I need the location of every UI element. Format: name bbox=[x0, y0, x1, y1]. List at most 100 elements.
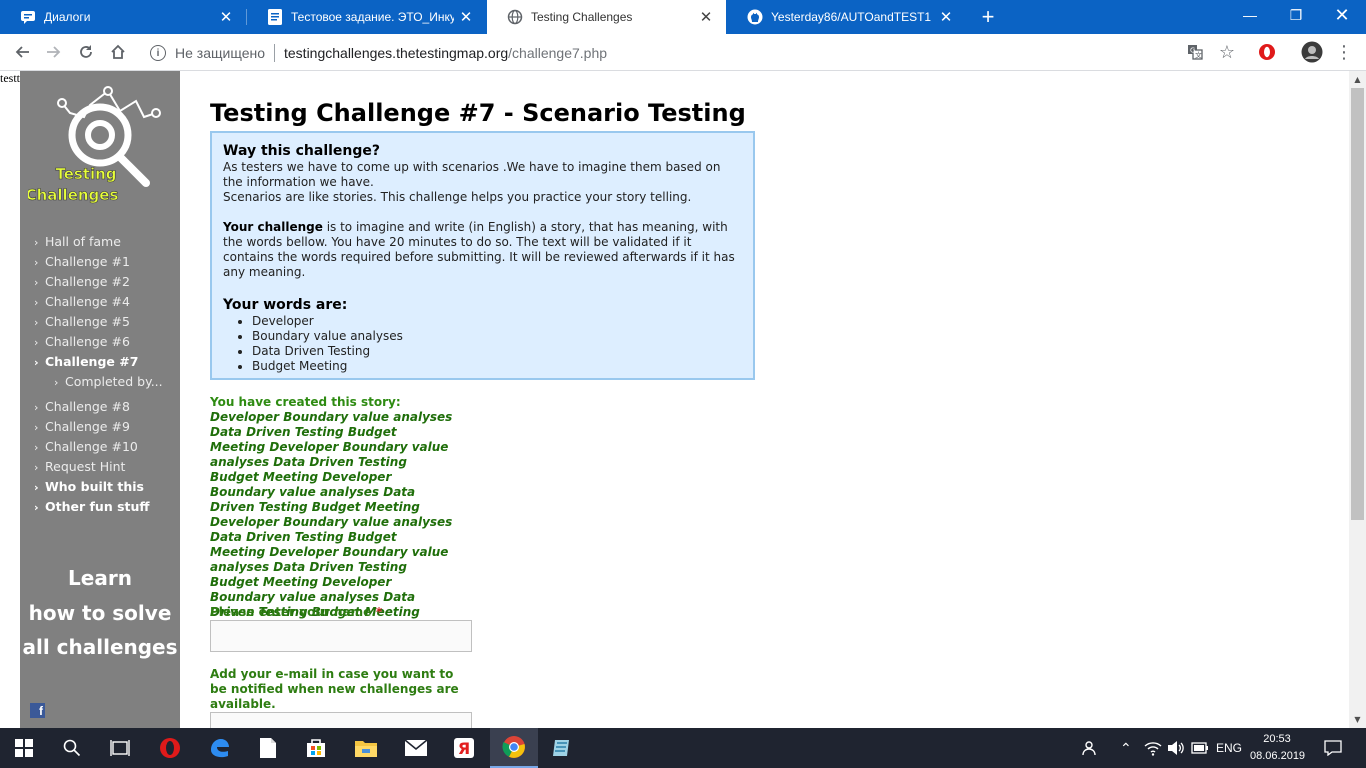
menu-kebab-icon[interactable]: ⋮ bbox=[1332, 40, 1356, 64]
app-taskbar-icon[interactable] bbox=[538, 728, 586, 768]
required-mark: * bbox=[375, 605, 383, 619]
task-view-icon[interactable] bbox=[96, 728, 144, 768]
wifi-icon[interactable] bbox=[1144, 728, 1162, 768]
chevron-right-icon: › bbox=[34, 236, 39, 249]
nav-challenge-8[interactable]: › Challenge #8 bbox=[34, 399, 130, 414]
list-item: Developer bbox=[252, 314, 742, 329]
store-taskbar-icon[interactable] bbox=[292, 728, 340, 768]
nav-who-built-this[interactable]: › Who built this bbox=[34, 479, 144, 494]
name-label: Please enter your name.* bbox=[210, 605, 383, 619]
scroll-up-arrow-icon[interactable]: ▲ bbox=[1349, 71, 1366, 88]
chevron-right-icon: › bbox=[34, 276, 39, 289]
chevron-right-icon: › bbox=[34, 356, 39, 369]
system-clock[interactable]: 20:53 08.06.2019 bbox=[1250, 731, 1305, 765]
challenge-bold-label: Your challenge bbox=[223, 220, 323, 234]
chevron-right-icon: › bbox=[34, 401, 39, 414]
reload-icon bbox=[80, 45, 92, 58]
nav-challenge-9[interactable]: › Challenge #9 bbox=[34, 419, 130, 434]
tab-title: Testing Challenges bbox=[531, 10, 633, 24]
notepad-taskbar-icon[interactable] bbox=[244, 728, 292, 768]
file-explorer-taskbar-icon[interactable] bbox=[342, 728, 390, 768]
edge-taskbar-icon[interactable] bbox=[196, 728, 244, 768]
chevron-right-icon: › bbox=[34, 501, 39, 514]
tab-test-task[interactable]: Тестовое задание. ЭТО_Инкубатор ✕ bbox=[247, 0, 486, 34]
notifications-icon[interactable] bbox=[1324, 728, 1342, 768]
new-tab-button[interactable]: + bbox=[976, 4, 1000, 29]
back-arrow-icon bbox=[15, 46, 29, 58]
search-icon[interactable] bbox=[48, 728, 96, 768]
nav-hall-of-fame[interactable]: › Hall of fame bbox=[34, 234, 121, 249]
tab-close-icon[interactable]: ✕ bbox=[454, 5, 478, 29]
address-bar[interactable]: i Не защищено testingchallenges.thetesti… bbox=[140, 39, 1248, 67]
opera-extension-icon[interactable] bbox=[1255, 40, 1279, 64]
restore-button[interactable]: ❐ bbox=[1273, 0, 1319, 30]
name-input[interactable] bbox=[210, 620, 472, 652]
scroll-down-arrow-icon[interactable]: ▼ bbox=[1349, 711, 1366, 728]
tab-testing-challenges[interactable]: Testing Challenges ✕ bbox=[487, 0, 726, 34]
forward-button[interactable] bbox=[40, 38, 68, 66]
docs-icon bbox=[267, 9, 283, 25]
close-window-button[interactable]: ✕ bbox=[1319, 0, 1365, 30]
nav-other-fun-stuff[interactable]: › Other fun stuff bbox=[34, 499, 150, 514]
battery-icon[interactable] bbox=[1191, 728, 1209, 768]
tab-close-icon[interactable]: ✕ bbox=[694, 5, 718, 29]
volume-icon[interactable] bbox=[1167, 728, 1185, 768]
tab-close-icon[interactable]: ✕ bbox=[934, 5, 958, 29]
page-title: Testing Challenge #7 - Scenario Testing bbox=[210, 99, 746, 127]
learn-line2: how to solve bbox=[28, 600, 172, 625]
clock-time: 20:53 bbox=[1263, 733, 1291, 745]
vertical-scrollbar[interactable]: ▲ ▼ bbox=[1349, 71, 1366, 728]
chevron-right-icon: › bbox=[34, 296, 39, 309]
nav-challenge-7[interactable]: › Challenge #7 bbox=[34, 354, 138, 369]
nav-challenge-10[interactable]: › Challenge #10 bbox=[34, 439, 138, 454]
browser-toolbar: i Не защищено testingchallenges.thetesti… bbox=[0, 34, 1366, 71]
nav-challenge-2[interactable]: › Challenge #2 bbox=[34, 274, 130, 289]
github-icon bbox=[747, 9, 763, 25]
url-host: testingchallenges.thetestingmap.org bbox=[284, 45, 509, 61]
nav-challenge-4[interactable]: › Challenge #4 bbox=[34, 294, 130, 309]
facebook-icon[interactable]: f bbox=[30, 703, 45, 718]
learn-line3: all challenges bbox=[22, 635, 178, 659]
reload-button[interactable] bbox=[72, 38, 100, 66]
nav-challenge-5[interactable]: › Challenge #5 bbox=[34, 314, 130, 329]
home-button[interactable] bbox=[104, 38, 132, 66]
scrollbar-thumb[interactable] bbox=[1351, 88, 1364, 520]
logo-line2: Challenges bbox=[28, 186, 118, 204]
forward-arrow-icon bbox=[47, 46, 61, 58]
tab-title: Тестовое задание. ЭТО_Инкубатор bbox=[291, 10, 454, 24]
tab-dialogs[interactable]: Диалоги ✕ bbox=[0, 0, 246, 34]
translate-icon[interactable]: G文 bbox=[1183, 40, 1207, 64]
minimize-button[interactable]: — bbox=[1227, 0, 1273, 30]
challenge-info-box: Way this challenge? As testers we have t… bbox=[210, 131, 755, 380]
opera-taskbar-icon[interactable] bbox=[146, 728, 194, 768]
story-prefix: You have created this story: bbox=[210, 395, 401, 409]
chrome-taskbar-icon[interactable] bbox=[490, 728, 538, 768]
story-text: Developer Boundary value analyses Data D… bbox=[210, 410, 453, 619]
testing-challenges-logo[interactable]: Testing Challenges bbox=[28, 85, 172, 215]
nav-challenge-6[interactable]: › Challenge #6 bbox=[34, 334, 130, 349]
back-button[interactable] bbox=[8, 38, 36, 66]
email-input[interactable] bbox=[210, 712, 472, 728]
mail-taskbar-icon[interactable] bbox=[392, 728, 440, 768]
created-story: You have created this story: Developer B… bbox=[210, 395, 455, 620]
profile-avatar[interactable] bbox=[1300, 40, 1324, 64]
tab-close-icon[interactable]: ✕ bbox=[214, 5, 238, 29]
list-item: Boundary value analyses bbox=[252, 329, 742, 344]
home-icon bbox=[111, 44, 125, 59]
show-hidden-icons-chevron-icon[interactable]: ⌃ bbox=[1120, 728, 1132, 768]
people-icon[interactable] bbox=[1082, 728, 1100, 768]
words-heading: Your words are: bbox=[223, 297, 348, 313]
tab-github[interactable]: Yesterday86/AUTOandTEST1 ✕ bbox=[727, 0, 966, 34]
bookmark-star-icon[interactable]: ☆ bbox=[1215, 40, 1239, 64]
yandex-browser-taskbar-icon[interactable]: Я bbox=[440, 728, 488, 768]
nav-challenge-1[interactable]: › Challenge #1 bbox=[34, 254, 130, 269]
globe-icon bbox=[507, 9, 523, 25]
nav-completed-by[interactable]: › Completed by... bbox=[54, 374, 163, 389]
info-icon[interactable]: i bbox=[150, 45, 166, 61]
nav-request-hint[interactable]: › Request Hint bbox=[34, 459, 125, 474]
chevron-right-icon: › bbox=[34, 481, 39, 494]
language-indicator[interactable]: ENG bbox=[1216, 728, 1242, 768]
chevron-right-icon: › bbox=[54, 376, 59, 389]
start-button[interactable] bbox=[0, 728, 48, 768]
learn-how-to-solve-link[interactable]: Learn how to solve all challenges bbox=[20, 561, 180, 665]
